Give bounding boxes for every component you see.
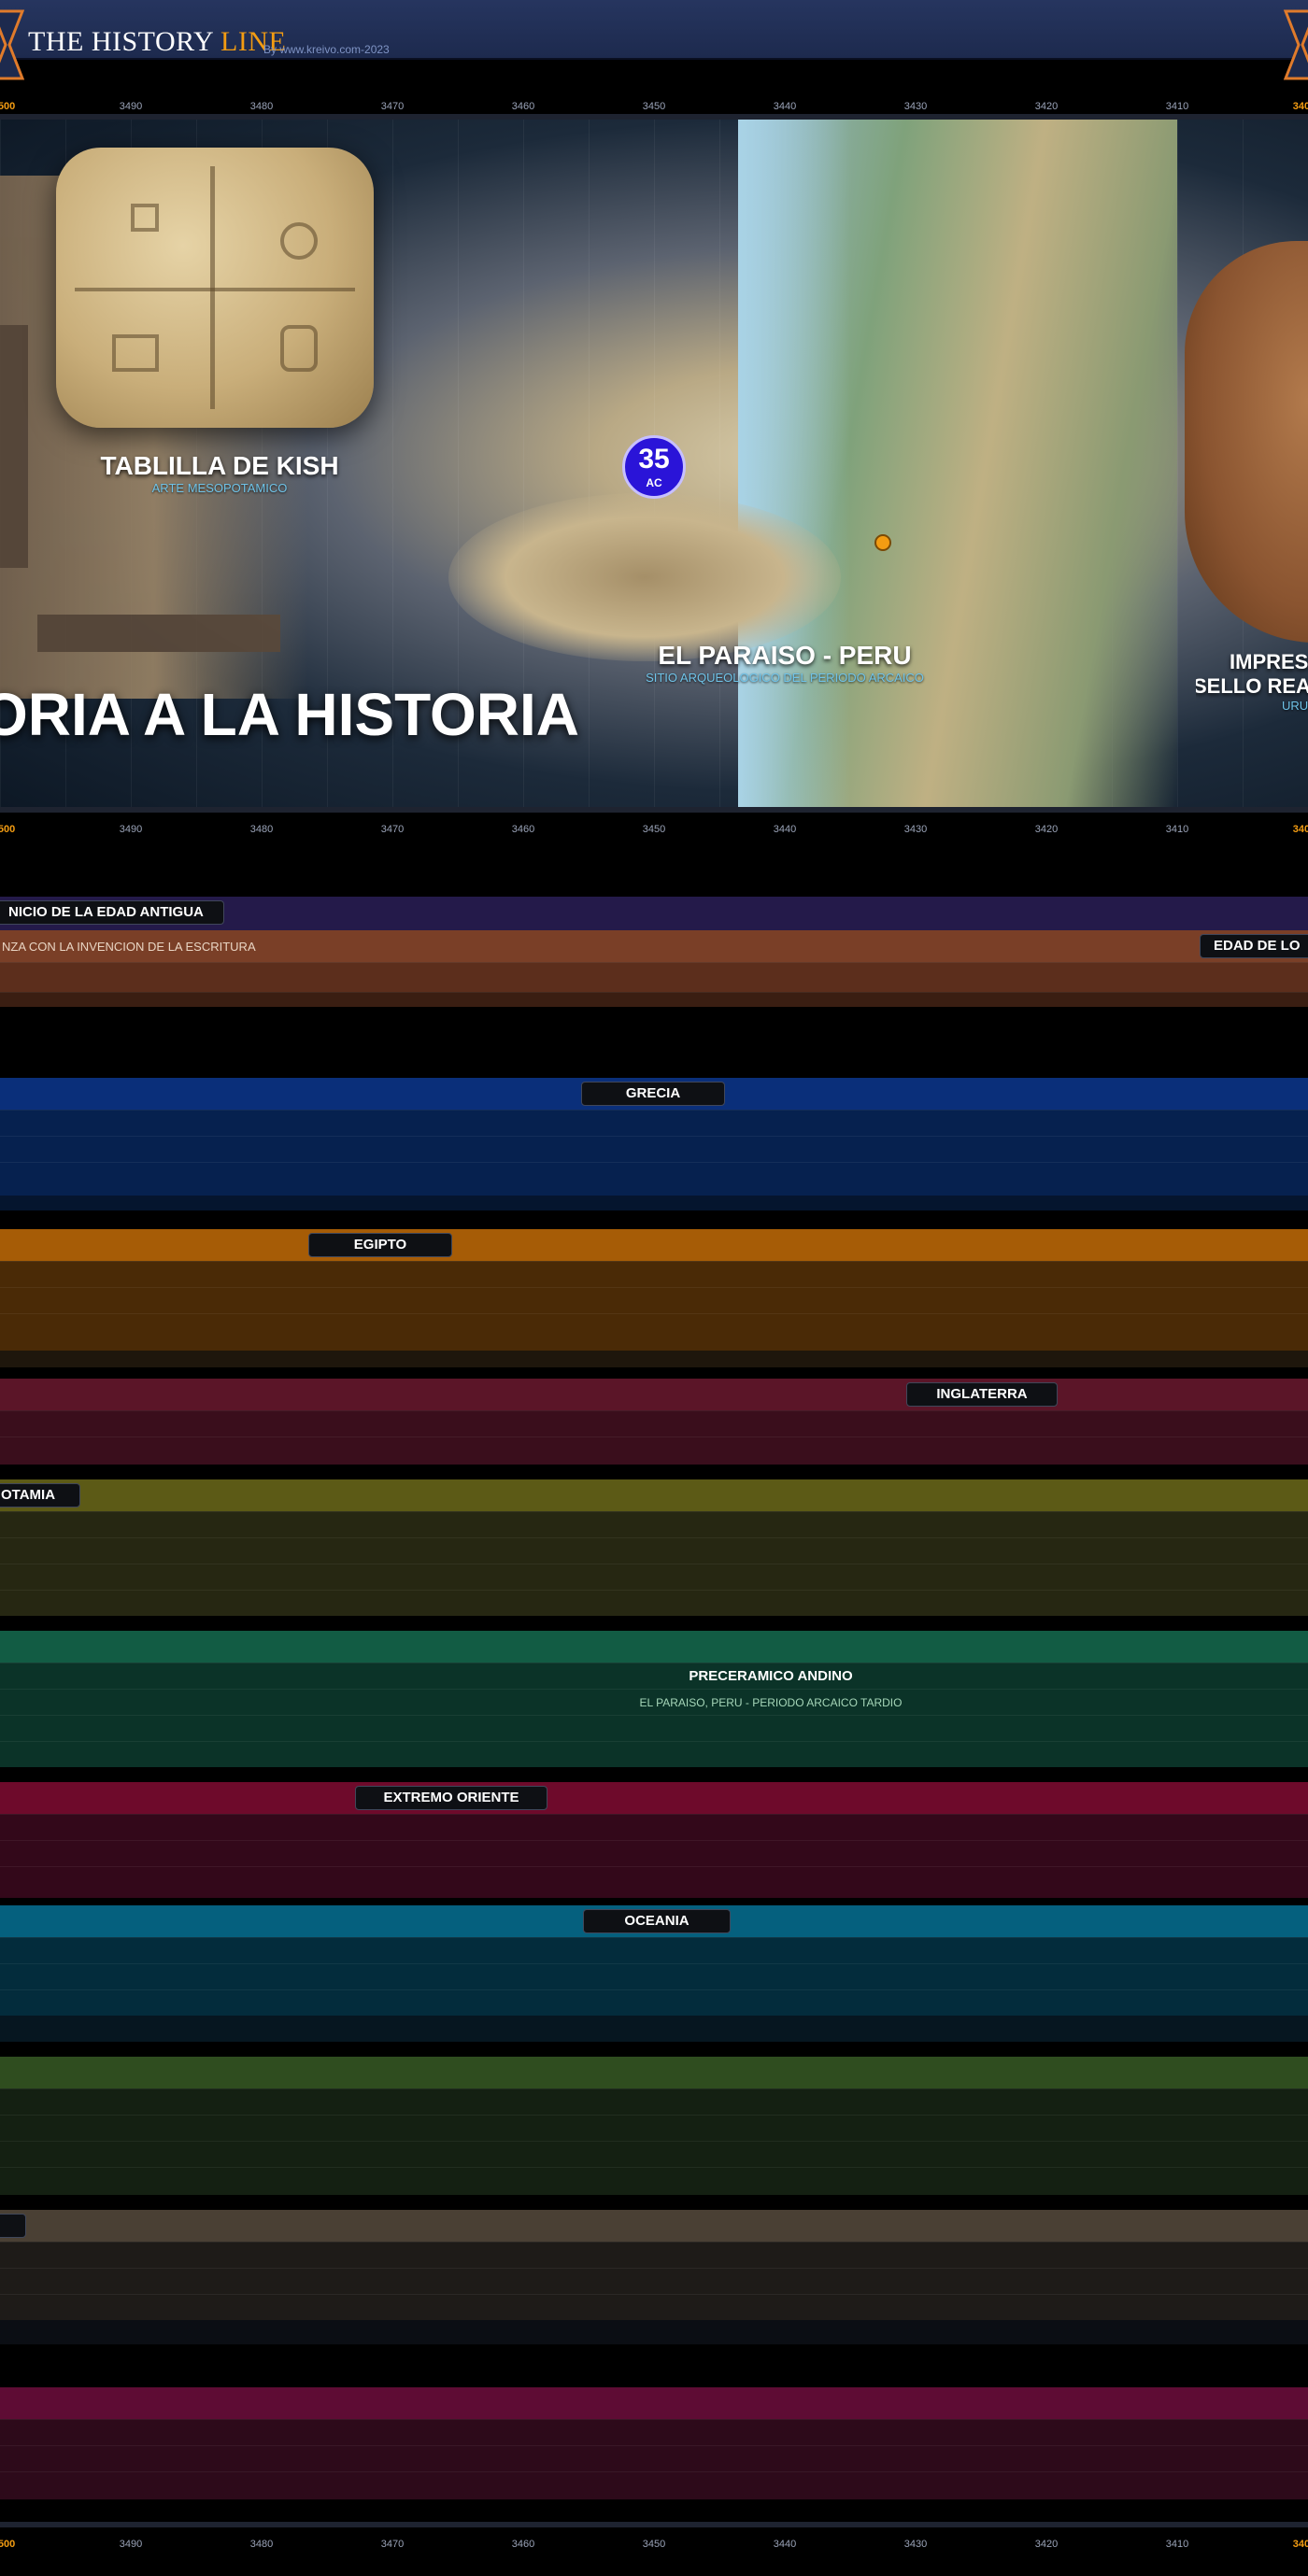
- band-tag-inglaterra[interactable]: INGLATERRA: [906, 1382, 1058, 1407]
- location-marker[interactable]: [874, 534, 891, 551]
- kish-label[interactable]: TABLILLA DE KISH ARTE MESOPOTAMICO: [93, 451, 346, 495]
- band-green[interactable]: [0, 2057, 1308, 2195]
- ruler-tick-label: 3440: [773, 824, 797, 835]
- band-edad-antigua[interactable]: NICIO DE LA EDAD ANTIGUA: [0, 897, 1308, 930]
- ruler-tick-label: 3440: [773, 2539, 797, 2550]
- ruler-tick-label: 3490: [119, 824, 143, 835]
- ruler-tick-label: 3410: [1165, 824, 1189, 835]
- band-tag-grecia[interactable]: GRECIA: [581, 1082, 725, 1106]
- ruler-edge-label: 3400: [1292, 2539, 1308, 2550]
- ruins-image: [448, 493, 841, 661]
- ruler-edge-label: 3500: [0, 2539, 16, 2550]
- timeline-bands[interactable]: NICIO DE LA EDAD ANTIGUA NZA CON LA INVE…: [0, 885, 1308, 2522]
- event-subtitle-preceramico: EL PARAISO, PERU - PERIODO ARCAICO TARDI…: [639, 1696, 903, 1709]
- band-tag-oceania[interactable]: OCEANIA: [583, 1909, 731, 1933]
- ruler-tick-label: 3440: [773, 101, 797, 112]
- ruler-tick-label: 3470: [380, 101, 405, 112]
- kish-tablet-image[interactable]: [56, 148, 374, 428]
- band-tag-brown[interactable]: [0, 2214, 26, 2238]
- event-title-preceramico[interactable]: PRECERAMICO ANDINO: [635, 1668, 906, 1684]
- band-tag-edad-antigua[interactable]: NICIO DE LA EDAD ANTIGUA: [0, 900, 224, 925]
- band-andino[interactable]: PRECERAMICO ANDINO EL PARAISO, PERU - PE…: [0, 1631, 1308, 1767]
- band-tag-mesopotamia[interactable]: OTAMIA: [0, 1483, 80, 1507]
- ruler-tick-label: 3460: [511, 824, 535, 835]
- band-inglaterra[interactable]: INGLATERRA: [0, 1379, 1308, 1465]
- ruler-tick-label: 3470: [380, 2539, 405, 2550]
- byline[interactable]: By www.kreivo.com-2023: [263, 43, 390, 56]
- ruler-tick-label: 3420: [1034, 824, 1059, 835]
- ruler-tick-label: 3450: [642, 824, 666, 835]
- band-magenta[interactable]: [0, 2387, 1308, 2499]
- band-grecia[interactable]: GRECIA: [0, 1078, 1308, 1210]
- band-egipto[interactable]: EGIPTO: [0, 1229, 1308, 1367]
- year-ruler-bottom[interactable]: 3500 3490 3480 3470 3460 3450 3440 3430 …: [0, 2527, 1308, 2555]
- seal-label[interactable]: IMPRESI SELLO REAL URU: [1196, 650, 1308, 713]
- ruler-tick-label: 3450: [642, 101, 666, 112]
- ruler-edge-label: 3500: [0, 101, 16, 112]
- ruler-tick-label: 3480: [249, 2539, 274, 2550]
- band-extremo-oriente[interactable]: EXTREMO ORIENTE: [0, 1782, 1308, 1898]
- year-badge[interactable]: 35 AC: [622, 435, 686, 499]
- ruler-tick-label: 3490: [119, 101, 143, 112]
- band-tag-edad-de-lo[interactable]: EDAD DE LO: [1200, 934, 1308, 958]
- band-escritura[interactable]: NZA CON LA INVENCION DE LA ESCRITURA EDA…: [0, 930, 1308, 1007]
- ruler-tick-label: 3430: [903, 824, 928, 835]
- band-brown[interactable]: [0, 2210, 1308, 2344]
- band-text-escritura: NZA CON LA INVENCION DE LA ESCRITURA: [2, 940, 256, 954]
- ruler-edge-label: 3400: [1292, 824, 1308, 835]
- ruler-tick-label: 3430: [903, 101, 928, 112]
- ruler-tick-label: 3480: [249, 101, 274, 112]
- ruler-tick-label: 3480: [249, 824, 274, 835]
- ruler-tick-label: 3410: [1165, 2539, 1189, 2550]
- ruler-tick-label: 3420: [1034, 2539, 1059, 2550]
- ruler-tick-label: 3460: [511, 101, 535, 112]
- band-tag-egipto[interactable]: EGIPTO: [308, 1233, 452, 1257]
- paraiso-label[interactable]: EL PARAISO - PERU SITIO ARQUEOLOGICO DEL…: [617, 641, 953, 685]
- ruler-tick-label: 3460: [511, 2539, 535, 2550]
- hero-big-title: ORIA A LA HISTORIA: [0, 681, 579, 748]
- app-header: THE HISTORY LINE By www.kreivo.com-2023: [0, 0, 1308, 80]
- peru-map: [738, 120, 1177, 807]
- ruler-tick-label: 3470: [380, 824, 405, 835]
- hourglass-icon: [1283, 9, 1308, 80]
- app-logo[interactable]: THE HISTORY LINE: [28, 26, 286, 58]
- ruler-tick-label: 3410: [1165, 101, 1189, 112]
- ruler-edge-label: 3500: [0, 824, 16, 835]
- ruler-tick-label: 3490: [119, 2539, 143, 2550]
- hero-panel[interactable]: 35 AC TABLILLA DE KISH ARTE MESOPOTAMICO…: [0, 120, 1308, 807]
- year-ruler-middle[interactable]: 3500 3490 3480 3470 3460 3450 3440 3430 …: [0, 813, 1308, 841]
- hourglass-icon: [0, 9, 25, 80]
- ruler-tick-label: 3420: [1034, 101, 1059, 112]
- ruler-edge-label: 3400: [1292, 101, 1308, 112]
- band-tag-extremo-oriente[interactable]: EXTREMO ORIENTE: [355, 1786, 547, 1810]
- band-oceania[interactable]: OCEANIA: [0, 1905, 1308, 2042]
- ruler-tick-label: 3450: [642, 2539, 666, 2550]
- band-mesopotamia[interactable]: OTAMIA: [0, 1479, 1308, 1616]
- ruler-tick-label: 3430: [903, 2539, 928, 2550]
